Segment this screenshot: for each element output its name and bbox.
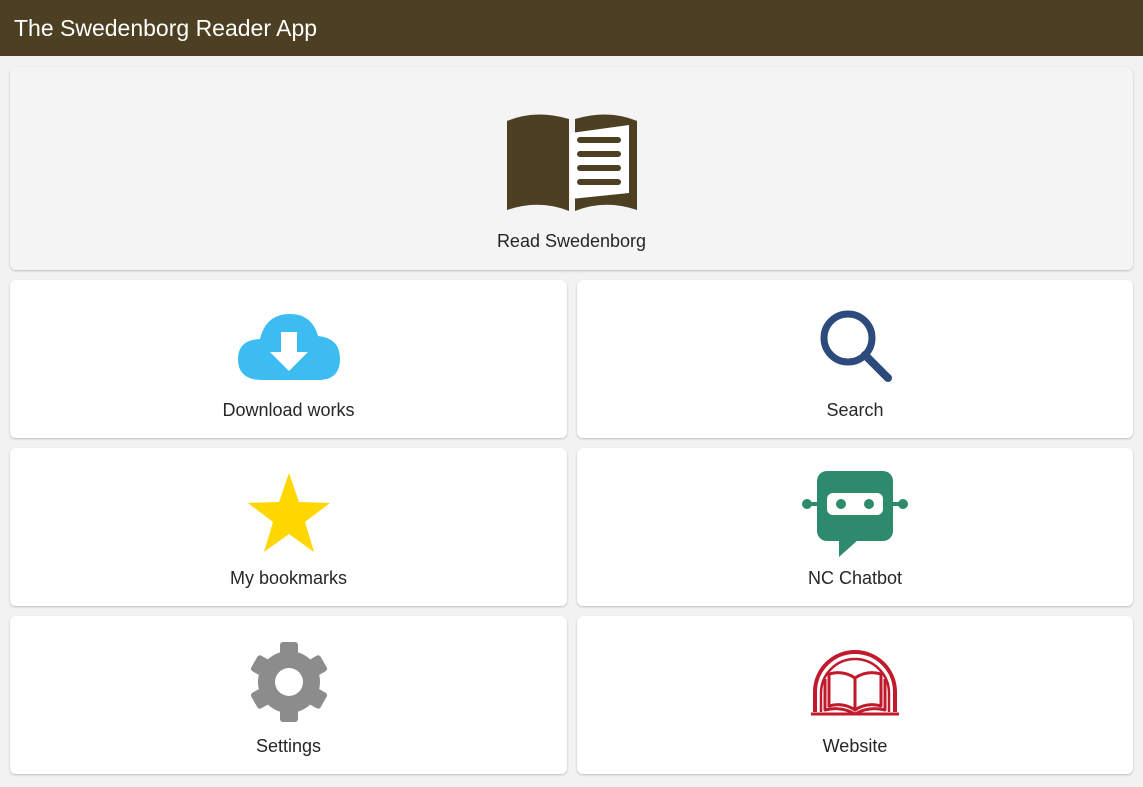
nc-chatbot-label: NC Chatbot [807, 568, 903, 588]
app-title: The Swedenborg Reader App [14, 14, 318, 41]
website-book-icon [811, 650, 899, 716]
open-book-icon [506, 114, 637, 211]
website-tile[interactable]: Website [577, 616, 1133, 774]
my-bookmarks-tile[interactable]: My bookmarks [10, 448, 567, 606]
my-bookmarks-label: My bookmarks [229, 568, 348, 588]
website-label: Website [822, 736, 888, 756]
download-works-tile[interactable]: Download works [10, 280, 567, 438]
gear-icon [250, 642, 327, 722]
magnifier-icon [820, 310, 892, 382]
star-icon [247, 473, 330, 552]
download-works-label: Download works [222, 400, 355, 420]
chatbot-icon [802, 471, 908, 557]
cloud-download-icon [237, 314, 340, 380]
search-tile[interactable]: Search [577, 280, 1133, 438]
app-title-bar: The Swedenborg Reader App [0, 0, 1143, 56]
settings-tile[interactable]: Settings [10, 616, 567, 774]
read-swedenborg-label: Read Swedenborg [496, 231, 647, 251]
read-swedenborg-tile[interactable]: Read Swedenborg [10, 67, 1133, 270]
settings-label: Settings [255, 736, 322, 756]
nc-chatbot-tile[interactable]: NC Chatbot [577, 448, 1133, 606]
search-label: Search [826, 400, 884, 420]
